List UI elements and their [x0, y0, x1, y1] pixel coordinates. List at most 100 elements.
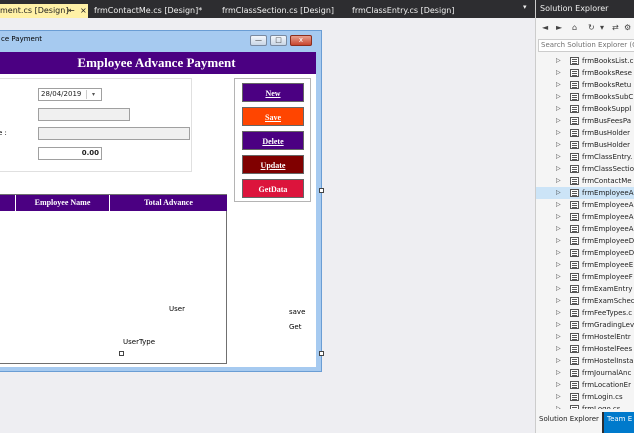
tree-item-label: frmContactMe — [582, 177, 632, 185]
tree-item[interactable]: ▷ frmJournalAnc — [536, 367, 634, 379]
tree-item[interactable]: ▷ frmClassSectio — [536, 163, 634, 175]
tree-item[interactable]: ▷ frmEmployeeD — [536, 235, 634, 247]
tree-item[interactable]: ▷ frmGradingLev — [536, 319, 634, 331]
advance-grid[interactable]: Employee Name Total Advance — [0, 194, 227, 364]
expand-arrow-icon[interactable]: ▷ — [556, 283, 561, 295]
tree-item[interactable]: ▷ frmBooksSubC — [536, 91, 634, 103]
expand-arrow-icon[interactable]: ▷ — [556, 319, 561, 331]
expand-arrow-icon[interactable]: ▷ — [556, 199, 561, 211]
amount-field[interactable]: 0.00 — [38, 147, 102, 160]
resize-handle[interactable] — [319, 351, 324, 356]
tab-frmclassentry[interactable]: frmClassEntry.cs [Design] — [352, 4, 454, 18]
expand-arrow-icon[interactable]: ▷ — [556, 247, 561, 259]
date-picker[interactable]: 28/04/2019 ▾ — [38, 88, 102, 101]
tree-item[interactable]: ▷ frmHostelEntr — [536, 331, 634, 343]
tree-item[interactable]: ▷ frmExamEntry — [536, 283, 634, 295]
tree-item[interactable]: ▷ frmBusHolder — [536, 127, 634, 139]
resize-handle[interactable] — [319, 188, 324, 193]
refresh-icon[interactable]: ↻ — [588, 23, 595, 32]
tree-item[interactable]: ▷ frmExamSchec — [536, 295, 634, 307]
tree-item[interactable]: ▷ frmLocationEr — [536, 379, 634, 391]
tree-item[interactable]: ▷ frmLogin.cs — [536, 391, 634, 403]
save-button[interactable]: Save — [242, 107, 304, 126]
tree-item[interactable]: ▷ frmEmployeeA — [536, 199, 634, 211]
expand-arrow-icon[interactable]: ▷ — [556, 223, 561, 235]
home-icon[interactable]: ⌂ — [572, 23, 577, 32]
tree-item[interactable]: ▷ frmBooksRetu — [536, 79, 634, 91]
tree-item[interactable]: ▷ frmEmployeeA — [536, 223, 634, 235]
expand-arrow-icon[interactable]: ▷ — [556, 271, 561, 283]
expand-arrow-icon[interactable]: ▷ — [556, 235, 561, 247]
expand-arrow-icon[interactable]: ▷ — [556, 55, 561, 67]
expand-arrow-icon[interactable]: ▷ — [556, 391, 561, 403]
expand-arrow-icon[interactable]: ▷ — [556, 259, 561, 271]
employee-id-field[interactable] — [38, 108, 130, 121]
expand-arrow-icon[interactable]: ▷ — [556, 67, 561, 79]
expand-arrow-icon[interactable]: ▷ — [556, 163, 561, 175]
grid-header-total-advance[interactable]: Total Advance — [110, 195, 227, 211]
back-icon[interactable]: ◄ — [542, 23, 548, 32]
expand-arrow-icon[interactable]: ▷ — [556, 379, 561, 391]
expand-arrow-icon[interactable]: ▷ — [556, 355, 561, 367]
tree-item[interactable]: ▷ frmEmployeeE — [536, 259, 634, 271]
tree-item[interactable]: ▷ frmFeeTypes.c — [536, 307, 634, 319]
expand-arrow-icon[interactable]: ▷ — [556, 175, 561, 187]
tab-frmclasssection[interactable]: frmClassSection.cs [Design] — [222, 4, 334, 18]
expand-arrow-icon[interactable]: ▷ — [556, 91, 561, 103]
expand-arrow-icon[interactable]: ▷ — [556, 295, 561, 307]
employee-name-field[interactable] — [38, 127, 190, 140]
maximize-icon[interactable]: □ — [270, 35, 287, 46]
tree-item[interactable]: ▷ frmBooksRese — [536, 67, 634, 79]
tree-item[interactable]: ▷ frmEmployeeD — [536, 247, 634, 259]
tab-frmcontactme[interactable]: frmContactMe.cs [Design]* — [94, 4, 202, 18]
expand-arrow-icon[interactable]: ▷ — [556, 139, 561, 151]
expand-arrow-icon[interactable]: ▷ — [556, 331, 561, 343]
expand-arrow-icon[interactable]: ▷ — [556, 307, 561, 319]
tree-item[interactable]: ▷ frmLogo.cs — [536, 403, 634, 409]
expand-arrow-icon[interactable]: ▷ — [556, 403, 561, 409]
expand-arrow-icon[interactable]: ▷ — [556, 343, 561, 355]
expand-arrow-icon[interactable]: ▷ — [556, 151, 561, 163]
expand-arrow-icon[interactable]: ▷ — [556, 211, 561, 223]
update-button[interactable]: Update — [242, 155, 304, 174]
grid-header-employee-name[interactable]: Employee Name — [16, 195, 110, 211]
expand-arrow-icon[interactable]: ▷ — [556, 127, 561, 139]
gear-icon[interactable]: ⚙ — [624, 23, 631, 32]
designed-form[interactable]: ce Payment — □ x Employee Advance Paymen… — [0, 30, 322, 372]
expand-arrow-icon[interactable]: ▷ — [556, 187, 561, 199]
tree-item-label: frmGradingLev — [582, 321, 634, 329]
tree-item[interactable]: ▷ frmBusFeesPa — [536, 115, 634, 127]
new-button[interactable]: New — [242, 83, 304, 102]
calendar-icon[interactable]: ▾ — [86, 90, 100, 99]
pin-icon[interactable]: ⇤ — [68, 4, 75, 18]
close-icon[interactable]: × — [80, 4, 87, 18]
tree-item[interactable]: ▷ frmHostelInsta — [536, 355, 634, 367]
tree-item[interactable]: ▷ frmContactMe — [536, 175, 634, 187]
expand-arrow-icon[interactable]: ▷ — [556, 79, 561, 91]
tab-solution-explorer[interactable]: Solution Explorer — [536, 412, 602, 433]
getdata-button[interactable]: GetData — [242, 179, 304, 198]
chevron-down-icon[interactable]: ▾ — [600, 23, 604, 32]
tab-team-explorer[interactable]: Team E — [604, 412, 634, 433]
minimize-icon[interactable]: — — [250, 35, 267, 46]
tree-item[interactable]: ▷ frmBooksList.c — [536, 55, 634, 67]
sync-icon[interactable]: ⇄ — [612, 23, 619, 32]
search-input[interactable]: Search Solution Explorer (C — [538, 39, 634, 52]
expand-arrow-icon[interactable]: ▷ — [556, 103, 561, 115]
expand-arrow-icon[interactable]: ▷ — [556, 367, 561, 379]
tab-employee-advance-payment[interactable]: ment.cs [Design] ⇤ × — [0, 4, 88, 18]
resize-handle[interactable] — [119, 351, 124, 356]
tree-item[interactable]: ▷ frmBusHolder — [536, 139, 634, 151]
delete-button[interactable]: Delete — [242, 131, 304, 150]
tab-overflow-icon[interactable]: ▾ — [523, 3, 527, 11]
tree-item[interactable]: ▷ frmEmployeeA — [536, 211, 634, 223]
tree-item[interactable]: ▷ frmEmployeeF — [536, 271, 634, 283]
tree-item[interactable]: ▷ frmBookSuppl — [536, 103, 634, 115]
tree-item[interactable]: ▷ frmClassEntry. — [536, 151, 634, 163]
grid-header-cell[interactable] — [0, 195, 16, 211]
tree-item[interactable]: ▷ frmEmployeeA — [536, 187, 634, 199]
expand-arrow-icon[interactable]: ▷ — [556, 115, 561, 127]
close-icon[interactable]: x — [290, 35, 312, 46]
tree-item[interactable]: ▷ frmHostelFees — [536, 343, 634, 355]
forward-icon[interactable]: ► — [556, 23, 562, 32]
